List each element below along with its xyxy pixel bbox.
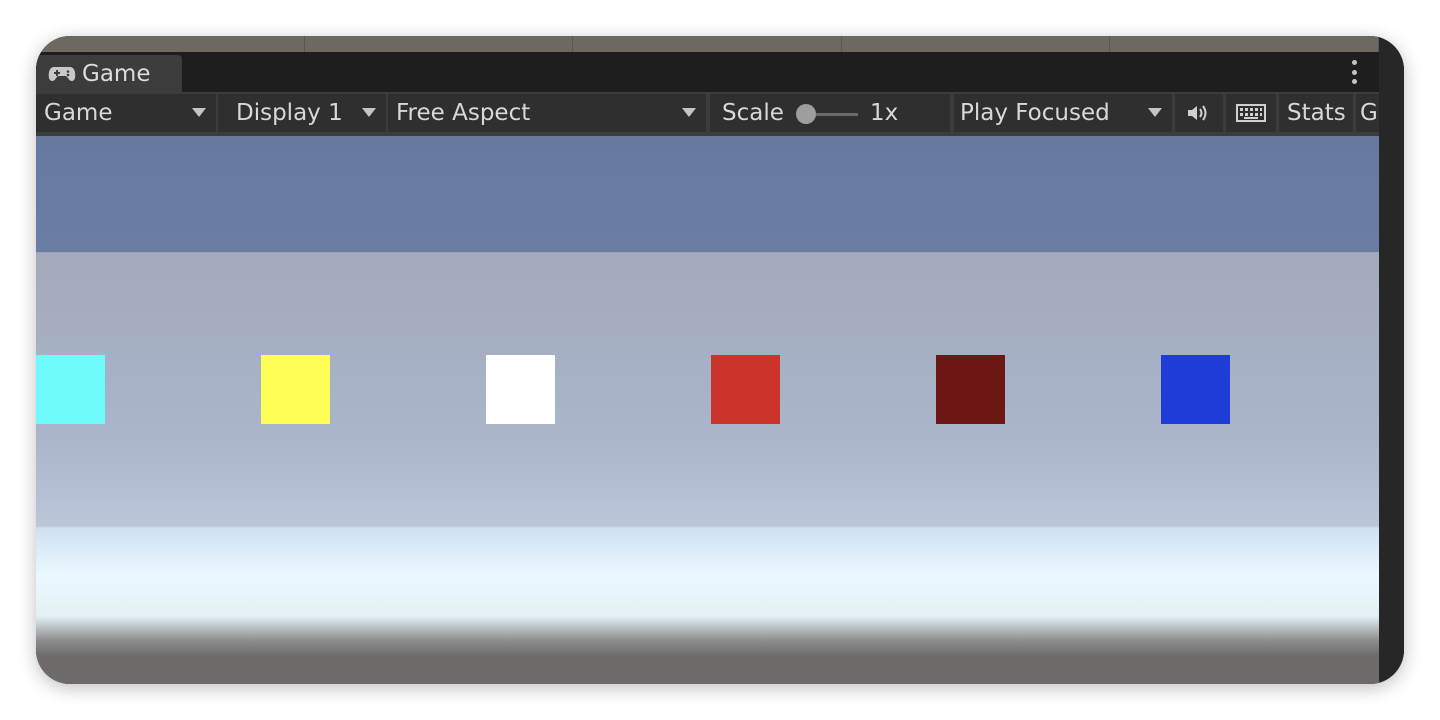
upper-panel-strip [36,36,1379,52]
white-cube [486,355,555,424]
chevron-down-icon [192,108,206,117]
tab-bar: Game [36,52,1379,92]
play-mode-label: Play Focused [960,100,1110,126]
tab-game[interactable]: Game [36,55,182,92]
chevron-down-icon [682,108,696,117]
keyboard-icon [1236,104,1266,122]
stats-label: Stats [1287,100,1346,126]
mute-audio-button[interactable] [1175,94,1223,132]
scale-slider-handle[interactable] [796,104,816,124]
gamepad-icon [48,66,76,81]
chevron-down-icon [362,108,376,117]
gizmos-button[interactable]: G [1356,94,1379,132]
yellow-cube [261,355,330,424]
scale-control: Scale 1x [710,94,950,132]
cyan-cube [36,355,105,424]
scale-value: 1x [870,100,899,126]
speaker-icon [1188,105,1207,121]
skybox-horizon [36,252,1379,253]
kebab-menu-icon[interactable] [1345,60,1363,84]
tab-label: Game [82,60,151,87]
game-toolbar: Game Display 1 Free Aspect Scale 1x Play… [36,92,1379,137]
display-label: Display 1 [236,100,343,126]
window-edge [1379,36,1404,684]
keyboard-shortcuts-button[interactable] [1226,94,1276,132]
play-mode-dropdown[interactable]: Play Focused [954,94,1172,132]
unity-game-window: Game Game Display 1 Free Aspect Scale 1x… [36,36,1404,684]
aspect-dropdown[interactable]: Free Aspect [388,94,706,132]
game-viewport[interactable] [36,136,1379,684]
blue-cube [1161,355,1230,424]
gizmos-label: G [1360,100,1378,126]
stats-button[interactable]: Stats [1279,94,1353,132]
display-dropdown[interactable]: Display 1 [218,94,386,132]
red-cube [711,355,780,424]
scale-label: Scale [722,100,784,126]
chevron-down-icon [1148,108,1162,117]
aspect-label: Free Aspect [396,100,531,126]
dark-red-cube [936,355,1005,424]
view-mode-dropdown[interactable]: Game [36,94,216,132]
view-mode-label: Game [44,100,113,126]
